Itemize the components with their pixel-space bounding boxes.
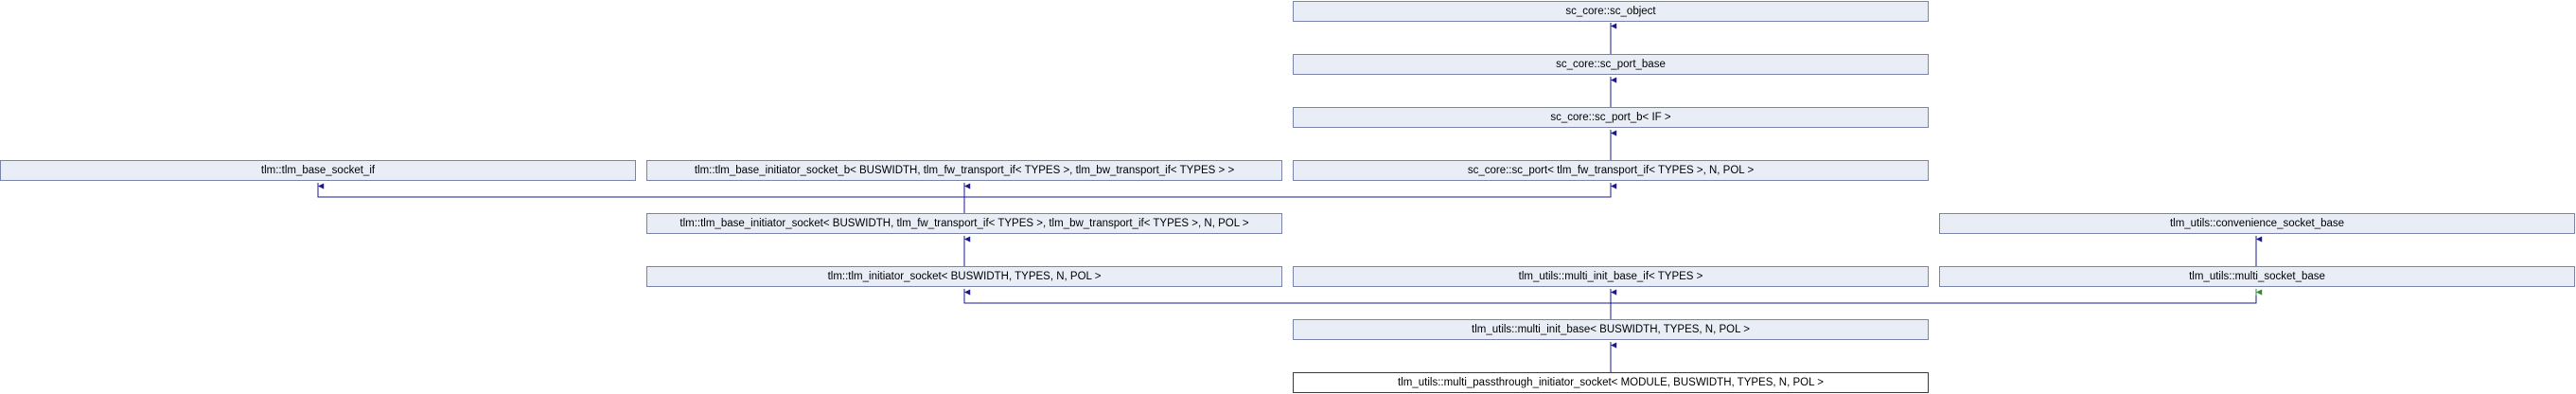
node-sc-port-base[interactable]: sc_core::sc_port_base	[1293, 54, 1929, 75]
edge-multi-init-base-to-multi-socket-base	[1611, 289, 2257, 304]
node-multi-init-base[interactable]: tlm_utils::multi_init_base< BUSWIDTH, TY…	[1293, 319, 1929, 340]
edge-base-initiator-socket-to-sc-port	[964, 183, 1617, 198]
inheritance-edges	[317, 23, 2263, 372]
node-multi-socket-base[interactable]: tlm_utils::multi_socket_base	[1939, 266, 2575, 287]
node-multi-init-base-if[interactable]: tlm_utils::multi_init_base_if< TYPES >	[1293, 266, 1929, 287]
node-convenience-socket-base[interactable]: tlm_utils::convenience_socket_base	[1939, 213, 2575, 234]
node-tlm-base-initiator-socket-b[interactable]: tlm::tlm_base_initiator_socket_b< BUSWID…	[646, 160, 1282, 181]
node-tlm-base-initiator-socket[interactable]: tlm::tlm_base_initiator_socket< BUSWIDTH…	[646, 213, 1282, 234]
node-tlm-initiator-socket[interactable]: tlm::tlm_initiator_socket< BUSWIDTH, TYP…	[646, 266, 1282, 287]
edge-initiator-socket-b-to-base-socket-if	[317, 183, 965, 198]
node-multi-passthrough-initiator-socket: tlm_utils::multi_passthrough_initiator_s…	[1293, 372, 1929, 393]
node-sc-port[interactable]: sc_core::sc_port< tlm_fw_transport_if< T…	[1293, 160, 1929, 181]
node-sc-object[interactable]: sc_core::sc_object	[1293, 1, 1929, 22]
edge-multi-init-base-to-initiator-socket	[963, 289, 1611, 304]
class-inheritance-diagram: sc_core::sc_object sc_core::sc_port_base…	[0, 0, 2576, 394]
node-tlm-base-socket-if[interactable]: tlm::tlm_base_socket_if	[0, 160, 636, 181]
node-sc-port-b[interactable]: sc_core::sc_port_b< IF >	[1293, 107, 1929, 128]
